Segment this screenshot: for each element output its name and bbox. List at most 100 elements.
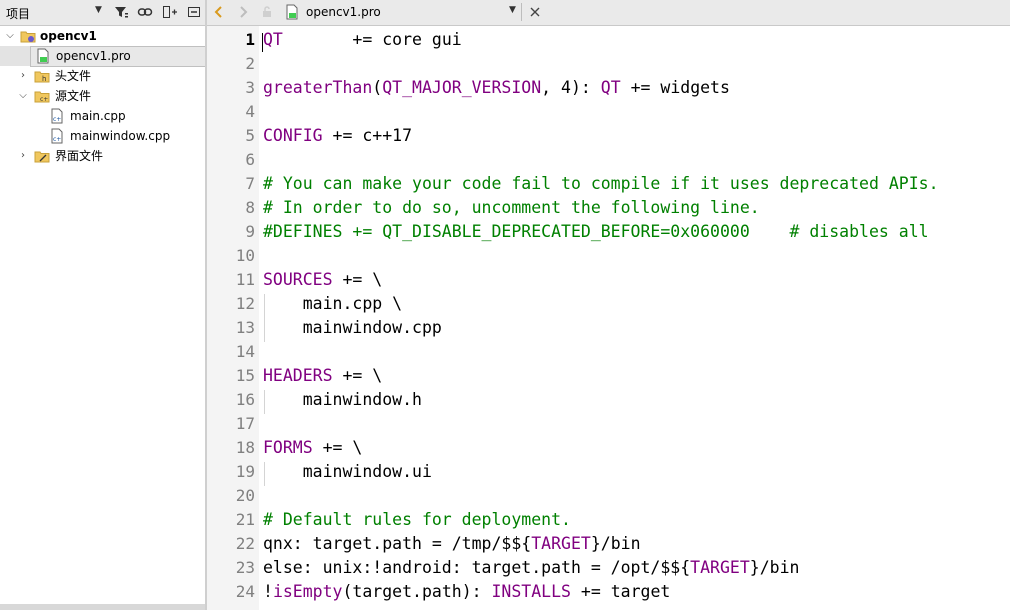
forward-arrow-icon[interactable]	[235, 4, 251, 20]
code-keyword: TARGET	[690, 558, 750, 577]
code-text: mainwindow.ui	[263, 462, 432, 481]
tree-item-label: opencv1	[40, 29, 97, 43]
line-number: 19	[235, 462, 255, 481]
chevron-down-icon[interactable]: ⌵	[5, 26, 15, 46]
code-text: }/bin	[590, 534, 641, 553]
code-keyword: INSTALLS	[491, 582, 571, 601]
tree-item-forms[interactable]: › 界面文件	[0, 146, 205, 166]
text-cursor	[262, 33, 263, 52]
line-number: 18	[235, 438, 255, 457]
code-keyword: TARGET	[531, 534, 591, 553]
code-text: mainwindow.cpp	[263, 318, 442, 337]
code-text: += core gui	[282, 30, 462, 49]
line-number: 2	[245, 54, 255, 73]
line-number: 24	[235, 582, 255, 601]
code-line: HEADERS += \	[263, 366, 382, 385]
code-keyword: QT	[263, 30, 283, 49]
code-line: mainwindow.h	[263, 390, 422, 409]
tree-item-label: 头文件	[55, 69, 92, 83]
line-number: 13	[235, 318, 255, 337]
line-number: 11	[235, 270, 255, 289]
close-panel-icon[interactable]	[186, 4, 202, 20]
view-selector-chevron-icon[interactable]: ▼	[95, 5, 102, 15]
tree-item-pro-file[interactable]: opencv1.pro	[0, 46, 206, 67]
code-keyword: FORMS	[263, 438, 313, 457]
svg-text:h: h	[42, 75, 46, 83]
line-number: 12	[235, 294, 255, 313]
project-panel-title: 项目	[6, 7, 31, 21]
tree-item-project[interactable]: ⌵ opencv1	[0, 26, 205, 46]
code-line: mainwindow.ui	[263, 462, 432, 481]
tree-item-label: opencv1.pro	[56, 49, 131, 63]
code-keyword: isEmpty	[272, 582, 343, 601]
line-number: 3	[245, 78, 255, 97]
code-line: # In order to do so, uncomment the follo…	[263, 198, 760, 217]
line-number: 23	[235, 558, 255, 577]
code-comment: # In order to do so, uncomment the follo…	[263, 198, 760, 217]
close-icon[interactable]	[527, 4, 543, 20]
code-text: (	[372, 78, 383, 97]
code-comment: # Default rules for deployment.	[263, 510, 571, 529]
code-line: #DEFINES += QT_DISABLE_DEPRECATED_BEFORE…	[263, 222, 929, 241]
filter-icon[interactable]	[113, 4, 129, 20]
line-number: 15	[235, 366, 255, 385]
tree-item-label: 界面文件	[55, 149, 104, 163]
cpp-file-icon: c+	[51, 128, 63, 144]
split-add-icon[interactable]	[162, 4, 178, 20]
line-number: 6	[245, 150, 255, 169]
code-line: # You can make your code fail to compile…	[263, 174, 939, 193]
code-line: # Default rules for deployment.	[263, 510, 571, 529]
tree-item-label: main.cpp	[70, 109, 126, 123]
tree-item-label: mainwindow.cpp	[70, 129, 171, 143]
code-keyword: QT_MAJOR_VERSION	[382, 78, 542, 97]
link-icon[interactable]	[137, 4, 153, 20]
code-editor[interactable]: QT += core gui greaterThan(QT_MAJOR_VERSI…	[263, 26, 1010, 610]
line-number: 1	[245, 30, 255, 49]
tree-item-sources[interactable]: ⌵ c+ 源文件	[0, 86, 205, 106]
line-number: 20	[235, 486, 255, 505]
code-text: , 4):	[541, 78, 601, 97]
cpp-file-icon: c+	[51, 108, 63, 124]
project-panel-toolbar: 项目 ▼	[0, 0, 205, 26]
code-text: (target.path):	[342, 582, 492, 601]
file-selector-chevron-icon[interactable]: ▼	[509, 5, 516, 15]
chevron-right-icon[interactable]: ›	[18, 146, 28, 166]
code-text: += c++17	[322, 126, 413, 145]
editor-toolbar: opencv1.pro ▼	[205, 0, 1010, 26]
back-arrow-icon[interactable]	[211, 4, 227, 20]
horizontal-scrollbar[interactable]	[0, 604, 205, 610]
code-text: }/bin	[749, 558, 800, 577]
code-keyword: QT	[600, 78, 621, 97]
svg-text:c+: c+	[53, 116, 61, 123]
tree-item-headers[interactable]: › h 头文件	[0, 66, 205, 86]
code-line: main.cpp \	[263, 294, 402, 313]
code-keyword: CONFIG	[263, 126, 323, 145]
tree-item-label: 源文件	[55, 89, 92, 103]
code-text: !	[263, 582, 273, 601]
code-text: mainwindow.h	[263, 390, 422, 409]
svg-text:c+: c+	[40, 96, 48, 103]
code-text: += \	[332, 270, 383, 289]
code-text: else: unix:!android: target.path = /opt/…	[263, 558, 691, 577]
forms-folder-icon	[34, 151, 50, 163]
tree-item-mainwindow-cpp[interactable]: c+ mainwindow.cpp	[0, 126, 205, 146]
line-number: 16	[235, 390, 255, 409]
qt-file-icon	[286, 4, 298, 20]
line-number: 22	[235, 534, 255, 553]
code-line: QT += core gui	[263, 30, 462, 49]
line-number: 4	[245, 102, 255, 121]
code-line: greaterThan(QT_MAJOR_VERSION, 4): QT += …	[263, 78, 730, 97]
header-folder-icon: h	[34, 71, 50, 83]
lock-icon[interactable]	[259, 4, 275, 20]
svg-text:c+: c+	[53, 136, 61, 143]
tree-item-main-cpp[interactable]: c+ main.cpp	[0, 106, 205, 126]
line-number: 17	[235, 414, 255, 433]
chevron-right-icon[interactable]: ›	[18, 66, 28, 86]
source-folder-icon: c+	[34, 91, 50, 103]
code-line: SOURCES += \	[263, 270, 382, 289]
chevron-down-icon[interactable]: ⌵	[18, 86, 28, 106]
code-keyword: SOURCES	[263, 270, 333, 289]
code-text: += widgets	[620, 78, 730, 97]
open-file-name[interactable]: opencv1.pro	[306, 5, 381, 19]
code-text: += \	[332, 366, 383, 385]
